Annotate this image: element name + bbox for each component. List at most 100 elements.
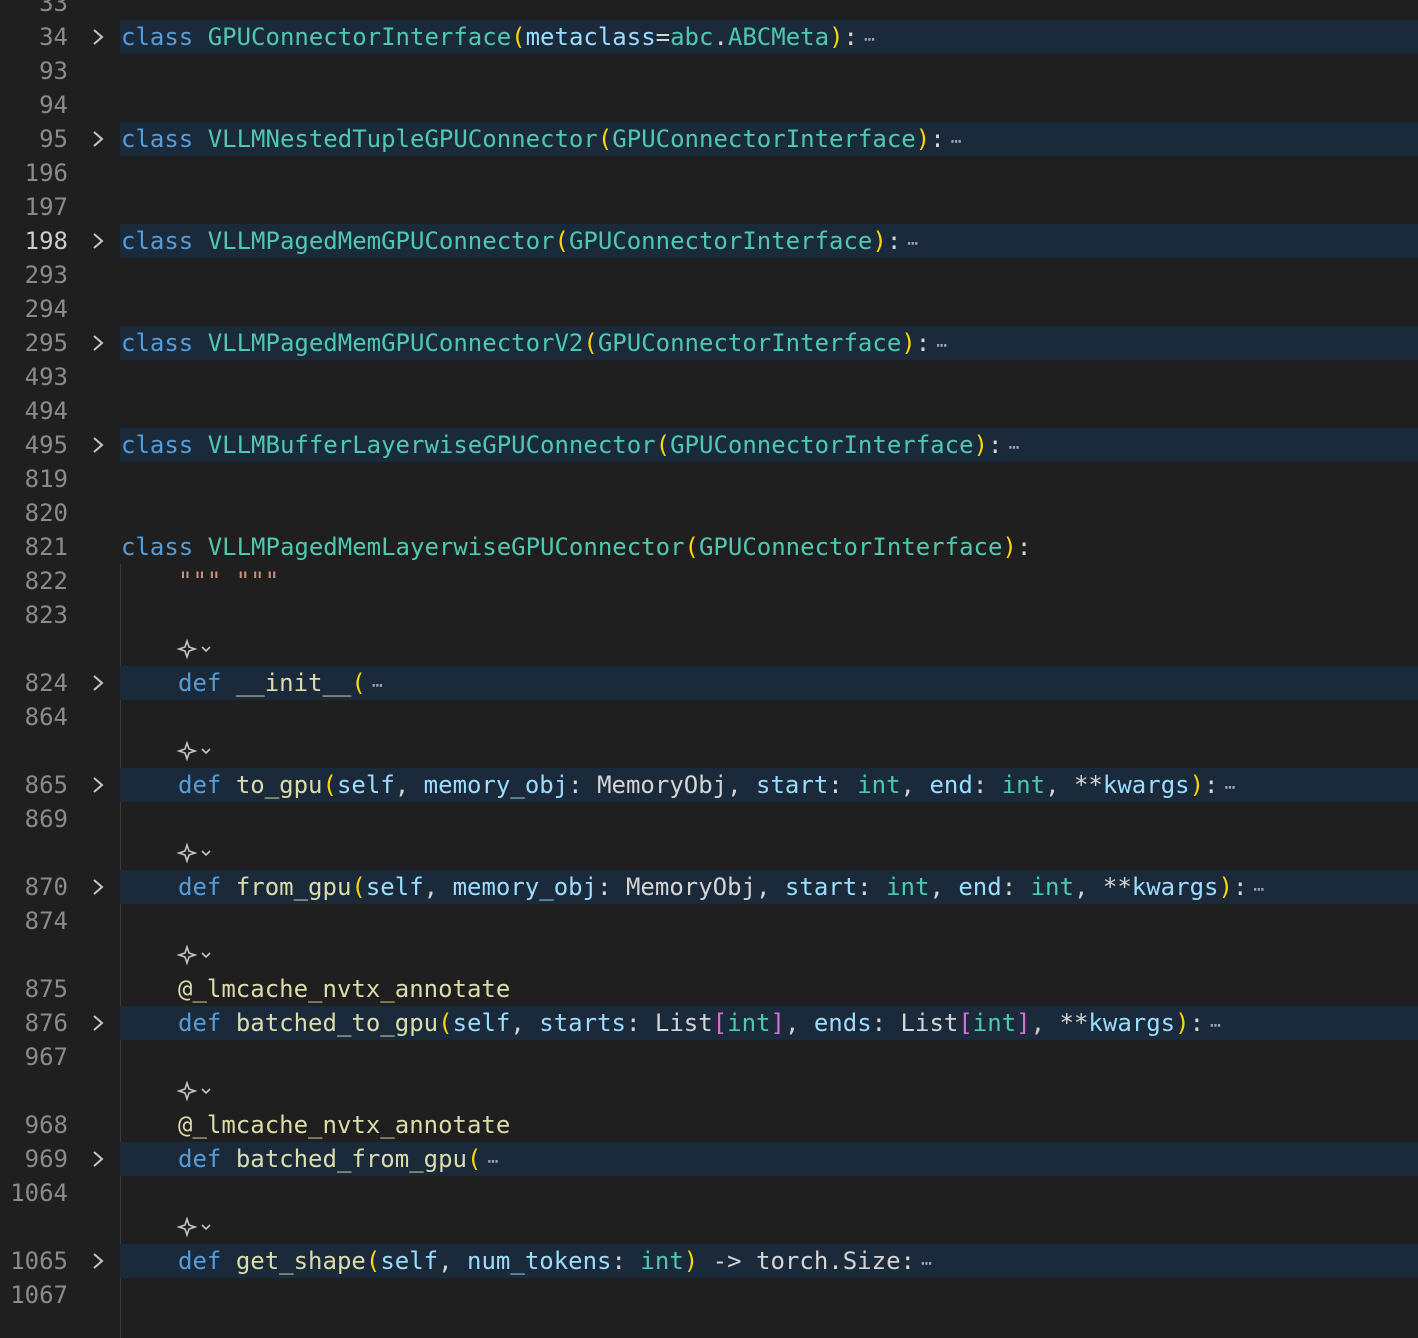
code-line[interactable]: 33 xyxy=(0,0,1418,20)
fold-ellipsis-icon[interactable]: ⋯ xyxy=(1008,437,1019,458)
code-line[interactable]: 1064 xyxy=(0,1176,1418,1210)
line-number: 294 xyxy=(24,295,68,323)
code-line[interactable]: 197 xyxy=(0,190,1418,224)
code-text[interactable]: def get_shape(self, num_tokens: int) -> … xyxy=(178,1244,932,1281)
code-line[interactable]: 196 xyxy=(0,156,1418,190)
fold-ellipsis-icon[interactable]: ⋯ xyxy=(1210,1015,1221,1036)
code-line[interactable]: 823 xyxy=(0,598,1418,632)
chevron-right-icon[interactable] xyxy=(88,1251,108,1271)
code-text[interactable]: def batched_from_gpu(⋯ xyxy=(178,1142,498,1179)
fold-ellipsis-icon[interactable]: ⋯ xyxy=(921,1253,932,1274)
chevron-right-icon[interactable] xyxy=(88,775,108,795)
code-line[interactable]: 34 class GPUConnectorInterface(metaclass=… xyxy=(0,20,1418,54)
code-line[interactable]: 1067 xyxy=(0,1278,1418,1312)
copilot-sparkle-icon[interactable] xyxy=(176,1080,220,1106)
line-number: 495 xyxy=(24,431,68,459)
code-line[interactable]: 865 def to_gpu(self, memory_obj: MemoryOb… xyxy=(0,768,1418,802)
code-token: : xyxy=(1016,533,1032,561)
fold-ellipsis-icon[interactable]: ⋯ xyxy=(1225,777,1236,798)
fold-ellipsis-icon[interactable]: ⋯ xyxy=(487,1151,498,1172)
chevron-right-icon[interactable] xyxy=(88,1149,108,1169)
code-line[interactable]: 874 xyxy=(0,904,1418,938)
code-line[interactable]: 864 xyxy=(0,700,1418,734)
code-token: class xyxy=(121,533,194,561)
copilot-sparkle-icon[interactable] xyxy=(176,1216,220,1242)
chevron-right-icon[interactable] xyxy=(88,1013,108,1033)
chevron-right-icon[interactable] xyxy=(88,877,108,897)
chevron-right-icon[interactable] xyxy=(88,231,108,251)
chevron-right-icon[interactable] xyxy=(88,435,108,455)
code-line[interactable]: 876 def batched_to_gpu(self, starts: List… xyxy=(0,1006,1418,1040)
code-line[interactable]: 869 xyxy=(0,802,1418,836)
code-line[interactable]: 875 @_lmcache_nvtx_annotate xyxy=(0,972,1418,1006)
code-line[interactable]: 820 xyxy=(0,496,1418,530)
code-token: ( xyxy=(597,125,613,153)
code-text[interactable]: """ """ xyxy=(178,564,279,598)
codelens-row xyxy=(0,1210,1418,1244)
code-token: get_shape xyxy=(235,1247,366,1275)
code-token: : xyxy=(597,873,626,901)
code-text[interactable]: class VLLMPagedMemLayerwiseGPUConnector(… xyxy=(121,530,1031,564)
code-token: int xyxy=(972,1009,1017,1037)
fold-ellipsis-icon[interactable]: ⋯ xyxy=(1253,879,1264,900)
copilot-sparkle-icon[interactable] xyxy=(176,740,220,766)
code-line[interactable]: 95 class VLLMNestedTupleGPUConnector(GPUC… xyxy=(0,122,1418,156)
line-number: 864 xyxy=(24,703,68,731)
fold-ellipsis-icon[interactable]: ⋯ xyxy=(907,233,918,254)
code-line[interactable]: 293 xyxy=(0,258,1418,292)
code-text[interactable]: class VLLMPagedMemGPUConnector(GPUConnec… xyxy=(121,224,918,261)
code-line[interactable]: 493 xyxy=(0,360,1418,394)
code-token: : xyxy=(611,1247,641,1275)
chevron-right-icon[interactable] xyxy=(88,333,108,353)
code-line[interactable]: 967 xyxy=(0,1040,1418,1074)
code-token: @_lmcache_nvtx_annotate xyxy=(178,1111,511,1139)
fold-ellipsis-icon[interactable]: ⋯ xyxy=(951,131,962,152)
code-line[interactable]: 824 def __init__(⋯ xyxy=(0,666,1418,700)
code-line[interactable]: 198 class VLLMPagedMemGPUConnector(GPUCon… xyxy=(0,224,1418,258)
code-text[interactable]: class VLLMPagedMemGPUConnectorV2(GPUConn… xyxy=(121,326,947,363)
line-number: 93 xyxy=(39,57,68,85)
code-token: ( xyxy=(351,873,366,901)
fold-ellipsis-icon[interactable]: ⋯ xyxy=(936,335,947,356)
code-text[interactable]: def from_gpu(self, memory_obj: MemoryObj… xyxy=(178,870,1264,907)
code-line[interactable]: 870 def from_gpu(self, memory_obj: Memory… xyxy=(0,870,1418,904)
code-line[interactable]: 968 @_lmcache_nvtx_annotate xyxy=(0,1108,1418,1142)
code-line[interactable]: 93 xyxy=(0,54,1418,88)
code-line[interactable]: 495 class VLLMBufferLayerwiseGPUConnector… xyxy=(0,428,1418,462)
code-line[interactable]: 1065 def get_shape(self, num_tokens: int)… xyxy=(0,1244,1418,1278)
code-line[interactable]: 822 """ """ xyxy=(0,564,1418,598)
code-token: int xyxy=(857,771,901,799)
code-text[interactable]: class VLLMBufferLayerwiseGPUConnector(GP… xyxy=(121,428,1019,465)
code-text[interactable]: def __init__(⋯ xyxy=(178,666,383,703)
code-line[interactable]: 295 class VLLMPagedMemGPUConnectorV2(GPUC… xyxy=(0,326,1418,360)
code-line[interactable]: 294 xyxy=(0,292,1418,326)
copilot-sparkle-icon[interactable] xyxy=(176,638,220,664)
code-line[interactable]: 819 xyxy=(0,462,1418,496)
code-text[interactable]: @_lmcache_nvtx_annotate xyxy=(178,972,510,1006)
code-line[interactable]: 94 xyxy=(0,88,1418,122)
code-text[interactable]: def batched_to_gpu(self, starts: List[in… xyxy=(178,1006,1221,1043)
chevron-right-icon[interactable] xyxy=(88,129,108,149)
code-editor[interactable]: 33 34 class GPUConnectorInterface(metaclas… xyxy=(0,0,1418,1338)
fold-ellipsis-icon[interactable]: ⋯ xyxy=(864,29,875,50)
code-token: , xyxy=(727,771,757,799)
code-text[interactable]: class VLLMNestedTupleGPUConnector(GPUCon… xyxy=(121,122,962,159)
code-text[interactable]: def to_gpu(self, memory_obj: MemoryObj, … xyxy=(178,768,1236,805)
fold-ellipsis-icon[interactable]: ⋯ xyxy=(372,675,383,696)
code-token: int xyxy=(886,873,930,901)
code-text[interactable]: @_lmcache_nvtx_annotate xyxy=(178,1108,510,1142)
code-token: torch xyxy=(756,1247,829,1275)
code-line[interactable]: 969 def batched_from_gpu(⋯ xyxy=(0,1142,1418,1176)
chevron-right-icon[interactable] xyxy=(88,27,108,47)
code-line[interactable]: 821 class VLLMPagedMemLayerwiseGPUConnect… xyxy=(0,530,1418,564)
code-text[interactable]: class GPUConnectorInterface(metaclass=ab… xyxy=(121,20,875,57)
copilot-sparkle-icon[interactable] xyxy=(176,842,220,868)
copilot-sparkle-icon[interactable] xyxy=(176,944,220,970)
chevron-right-icon[interactable] xyxy=(88,673,108,693)
code-token: , xyxy=(423,873,453,901)
code-line[interactable]: 494 xyxy=(0,394,1418,428)
code-token: [ xyxy=(712,1009,728,1037)
